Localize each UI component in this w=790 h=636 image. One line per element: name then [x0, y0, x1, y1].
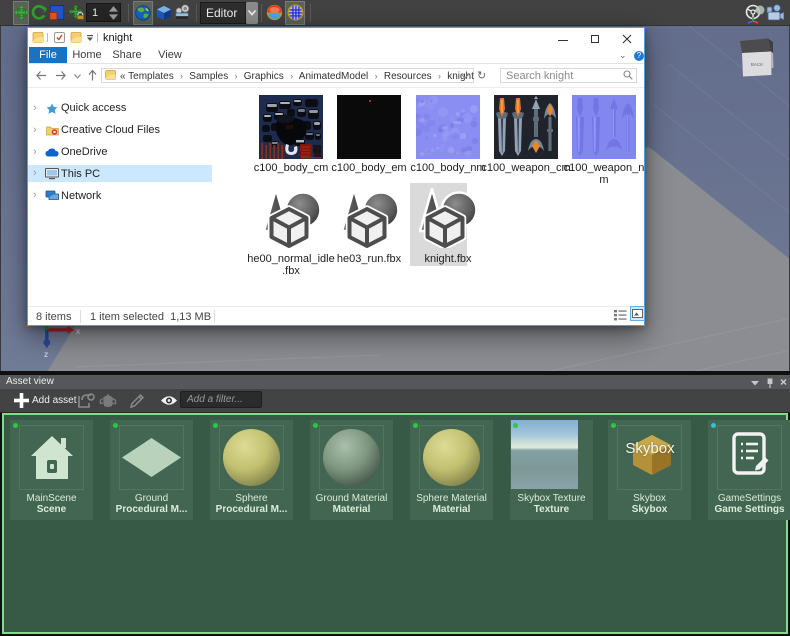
svg-text:x: x [76, 326, 81, 336]
svg-text:BACK: BACK [751, 62, 763, 67]
svg-text:z: z [44, 349, 48, 358]
